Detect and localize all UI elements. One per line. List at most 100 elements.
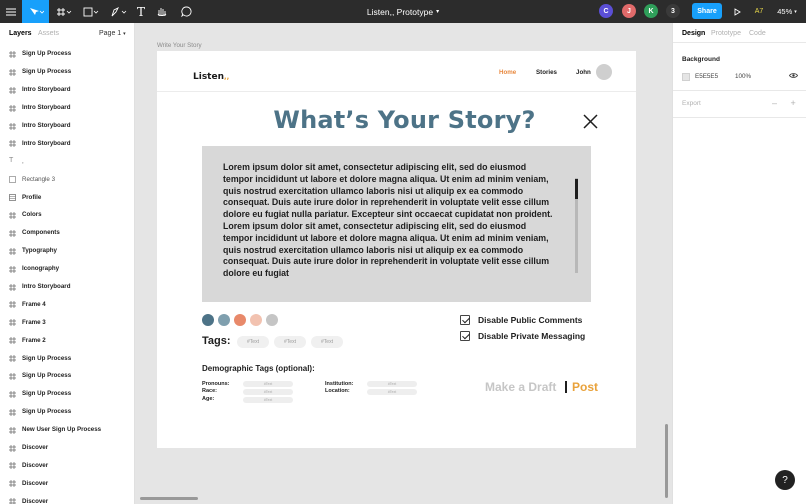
main-menu-icon[interactable]	[0, 0, 22, 23]
layer-item[interactable]: Typography	[0, 242, 134, 260]
present-play-icon[interactable]	[731, 0, 743, 23]
layer-item[interactable]: Frame 3	[0, 313, 134, 331]
layer-item[interactable]: Colors	[0, 206, 134, 224]
layer-item[interactable]: Sign Up Process	[0, 367, 134, 385]
institution-field[interactable]: #Text	[367, 381, 417, 387]
tag-chip[interactable]: #Text	[311, 336, 343, 348]
share-button[interactable]: Share	[692, 3, 722, 19]
frame-layer-icon	[9, 247, 16, 255]
export-controls: – +	[772, 98, 796, 108]
text-tool-icon[interactable]: T	[133, 0, 149, 23]
nav-home-link[interactable]: Home	[499, 69, 516, 76]
page-selector[interactable]: Page 1 ▾	[99, 30, 126, 37]
comment-tool-icon[interactable]	[178, 0, 194, 23]
tag-chip[interactable]: #Text	[237, 336, 269, 348]
tag-chip[interactable]: #Text	[274, 336, 306, 348]
race-field[interactable]: #Text	[243, 389, 293, 395]
layer-item[interactable]: Sign Up Process	[0, 349, 134, 367]
layer-item[interactable]: Sign Up Process	[0, 403, 134, 421]
layer-item[interactable]: Intro Storyboard	[0, 134, 134, 152]
background-color-swatch[interactable]	[682, 73, 690, 81]
layer-item[interactable]: Frame 2	[0, 331, 134, 349]
layer-item[interactable]: Discover	[0, 474, 134, 492]
background-section-title: Background	[682, 56, 720, 63]
layer-item[interactable]: Discover	[0, 492, 134, 504]
color-swatch-dot[interactable]	[250, 314, 262, 326]
disable-public-comments-option[interactable]: Disable Public Comments	[460, 314, 582, 326]
help-button[interactable]: ?	[775, 470, 795, 490]
plugin-badge[interactable]: A7	[752, 0, 766, 23]
tab-code[interactable]: Code	[749, 30, 766, 37]
layer-item[interactable]: Intro Storyboard	[0, 117, 134, 135]
story-text-area[interactable]: Lorem ipsum dolor sit amet, consectetur …	[202, 146, 591, 302]
layer-item[interactable]: Profile	[0, 188, 134, 206]
layer-item[interactable]: Rectangle 3	[0, 170, 134, 188]
write-your-story-frame[interactable]: Listen,, Home Stories John What’s Your S…	[157, 51, 636, 448]
tab-prototype[interactable]: Prototype	[711, 30, 741, 37]
layer-item[interactable]: T,	[0, 152, 134, 170]
collaborator-avatar[interactable]: J	[622, 4, 636, 18]
post-button[interactable]: Post	[572, 380, 598, 394]
layer-item[interactable]: Sign Up Process	[0, 45, 134, 63]
layer-item-label: Discover	[22, 497, 49, 504]
layer-item[interactable]: Discover	[0, 456, 134, 474]
frame-layer-icon	[9, 319, 16, 327]
layer-item[interactable]: New User Sign Up Process	[0, 421, 134, 439]
user-avatar[interactable]	[596, 64, 612, 80]
frame-layer-icon	[9, 211, 16, 219]
layer-item-label: Discover	[22, 461, 49, 469]
layer-item[interactable]: Discover	[0, 439, 134, 457]
layer-item[interactable]: Sign Up Process	[0, 385, 134, 403]
move-tool-icon[interactable]	[22, 0, 49, 23]
zoom-level[interactable]: 45% ▾	[774, 0, 800, 23]
nav-stories-link[interactable]: Stories	[536, 69, 557, 76]
layer-item[interactable]: Iconography	[0, 260, 134, 278]
layer-item[interactable]: Frame 4	[0, 295, 134, 313]
color-swatch-dot[interactable]	[202, 314, 214, 326]
tab-layers[interactable]: Layers	[9, 30, 32, 37]
close-icon[interactable]	[582, 113, 599, 130]
layer-item-label: Discover	[22, 479, 49, 487]
tab-design[interactable]: Design	[682, 30, 705, 37]
layer-item[interactable]: Intro Storyboard	[0, 99, 134, 117]
frame-name-label[interactable]: Write Your Story	[157, 42, 202, 49]
canvas-horizontal-scrollbar[interactable]	[140, 497, 198, 500]
layer-item[interactable]: Intro Storyboard	[0, 278, 134, 296]
nav-user-name[interactable]: John	[576, 69, 591, 76]
text-layer-icon: T	[9, 157, 14, 165]
file-title[interactable]: Listen,, Prototype ▾	[320, 0, 486, 23]
canvas-vertical-scrollbar[interactable]	[665, 424, 668, 498]
layer-item[interactable]: Intro Storyboard	[0, 81, 134, 99]
rectangle-tool-icon[interactable]	[79, 0, 103, 23]
divider	[673, 117, 806, 118]
plus-icon[interactable]: +	[791, 98, 796, 108]
minus-icon[interactable]: –	[772, 98, 777, 108]
visibility-eye-icon[interactable]	[789, 72, 798, 81]
color-swatch-dot[interactable]	[218, 314, 230, 326]
pronouns-field[interactable]: #Text	[243, 381, 293, 387]
background-hex-input[interactable]: E5E5E5	[695, 73, 718, 80]
location-field[interactable]: #Text	[367, 389, 417, 395]
frame-layer-icon	[9, 426, 16, 434]
collaborator-count[interactable]: 3	[666, 4, 680, 18]
frame-layer-icon	[9, 390, 16, 398]
disable-private-messaging-option[interactable]: Disable Private Messaging	[460, 330, 585, 342]
make-draft-button[interactable]: Make a Draft	[485, 380, 556, 394]
pen-tool-icon[interactable]	[107, 0, 131, 23]
page-title: What’s Your Story?	[273, 106, 536, 134]
color-swatch-dot[interactable]	[266, 314, 278, 326]
layer-item[interactable]: Components	[0, 224, 134, 242]
checkbox-checked[interactable]	[460, 331, 470, 341]
story-scroll-thumb[interactable]	[575, 179, 578, 199]
frame-tool-icon[interactable]	[52, 0, 76, 23]
layer-item[interactable]: Sign Up Process	[0, 63, 134, 81]
tab-assets[interactable]: Assets	[38, 30, 59, 37]
color-swatch-dot[interactable]	[234, 314, 246, 326]
hand-tool-icon[interactable]	[153, 0, 169, 23]
collaborator-avatar[interactable]: K	[644, 4, 658, 18]
background-opacity-input[interactable]: 100%	[735, 73, 751, 80]
collaborator-avatar[interactable]: C	[599, 4, 613, 18]
layer-item-label: Typography	[22, 247, 57, 255]
age-field[interactable]: #Text	[243, 397, 293, 403]
checkbox-checked[interactable]	[460, 315, 470, 325]
